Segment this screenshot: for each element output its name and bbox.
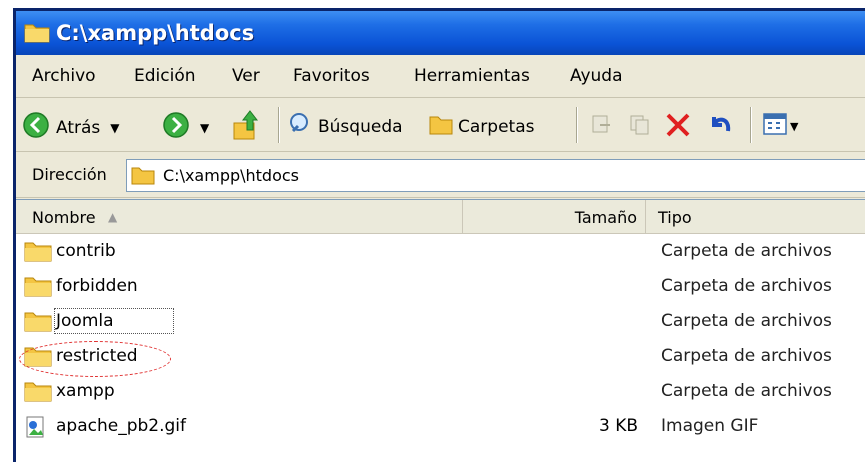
address-field[interactable]: C:\xampp\htdocs: [126, 159, 865, 192]
file-list: Nombre ▲ Tamaño Tipo contrib Carpeta de …: [16, 199, 865, 462]
column-header-name[interactable]: Nombre ▲: [16, 200, 463, 233]
forward-button[interactable]: ▼: [162, 111, 209, 144]
item-name: xampp: [56, 381, 115, 401]
item-size: 3 KB: [598, 416, 638, 436]
folders-icon: [428, 111, 454, 142]
move-to-icon[interactable]: [590, 113, 614, 137]
menu-ver[interactable]: Ver: [232, 66, 260, 86]
menu-archivo[interactable]: Archivo: [32, 66, 96, 86]
folder-icon: [24, 310, 52, 337]
folders-label: Carpetas: [458, 116, 535, 137]
column-header-size[interactable]: Tamaño: [463, 200, 646, 233]
search-button[interactable]: Búsqueda: [288, 111, 403, 142]
address-bar: Dirección C:\xampp\htdocs: [16, 153, 865, 198]
list-header: Nombre ▲ Tamaño Tipo: [16, 200, 865, 234]
menu-ayuda[interactable]: Ayuda: [570, 66, 623, 86]
undo-icon[interactable]: [706, 111, 734, 139]
forward-dropdown-icon[interactable]: ▼: [200, 121, 209, 135]
list-item[interactable]: forbidden Carpeta de archivos: [16, 269, 865, 303]
column-size-label: Tamaño: [574, 208, 637, 227]
back-label: Atrás: [56, 117, 101, 138]
list-item[interactable]: apache_pb2.gif 3 KB Imagen GIF: [16, 409, 865, 443]
search-icon: [288, 111, 314, 142]
menu-herramientas[interactable]: Herramientas: [414, 66, 530, 86]
item-name: forbidden: [56, 276, 138, 296]
address-value: C:\xampp\htdocs: [163, 166, 300, 185]
views-button[interactable]: ▼: [762, 111, 798, 142]
delete-icon[interactable]: [664, 111, 692, 139]
item-name: Joomla: [56, 311, 114, 331]
item-name: contrib: [56, 241, 116, 261]
views-icon: [762, 111, 788, 142]
explorer-window: C:\xampp\htdocs Archivo Edición Ver Favo…: [13, 8, 865, 462]
address-label: Dirección: [32, 165, 107, 184]
sort-ascending-icon: ▲: [108, 210, 118, 224]
back-dropdown-icon[interactable]: ▼: [110, 121, 119, 135]
folders-button[interactable]: Carpetas: [428, 111, 534, 142]
item-type: Carpeta de archivos: [661, 346, 832, 366]
gif-image-icon: [24, 415, 48, 444]
menu-bar: Archivo Edición Ver Favoritos Herramient…: [16, 57, 865, 98]
folder-icon: [24, 275, 52, 302]
item-type: Carpeta de archivos: [661, 241, 832, 261]
item-type: Carpeta de archivos: [661, 311, 832, 331]
back-button[interactable]: Atrás ▼: [22, 111, 120, 144]
folder-icon: [24, 21, 50, 47]
highlight-annotation-circle: [19, 341, 171, 377]
list-item[interactable]: contrib Carpeta de archivos: [16, 234, 865, 268]
copy-to-icon[interactable]: [628, 113, 652, 137]
column-header-type[interactable]: Tipo: [646, 200, 865, 233]
folder-icon: [24, 380, 52, 407]
item-type: Carpeta de archivos: [661, 276, 832, 296]
title-bar[interactable]: C:\xampp\htdocs: [16, 11, 865, 55]
item-type: Imagen GIF: [661, 416, 759, 436]
item-type: Carpeta de archivos: [661, 381, 832, 401]
item-name: apache_pb2.gif: [56, 416, 187, 436]
menu-favoritos[interactable]: Favoritos: [293, 66, 370, 86]
folder-icon: [131, 165, 155, 189]
views-dropdown-icon[interactable]: ▼: [790, 120, 798, 133]
column-name-label: Nombre: [32, 208, 96, 227]
toolbar: Atrás ▼ ▼ Búsqueda Carpetas ▼: [16, 99, 865, 152]
menu-edicion[interactable]: Edición: [134, 66, 196, 86]
list-item[interactable]: xampp Carpeta de archivos: [16, 374, 865, 408]
list-item[interactable]: Joomla Carpeta de archivos: [16, 304, 865, 338]
back-arrow-icon: [22, 111, 50, 144]
folder-icon: [24, 240, 52, 267]
column-type-label: Tipo: [658, 208, 692, 227]
search-label: Búsqueda: [318, 116, 403, 137]
forward-arrow-icon: [162, 111, 190, 144]
up-folder-icon[interactable]: [232, 109, 260, 141]
window-title: C:\xampp\htdocs: [56, 21, 255, 45]
